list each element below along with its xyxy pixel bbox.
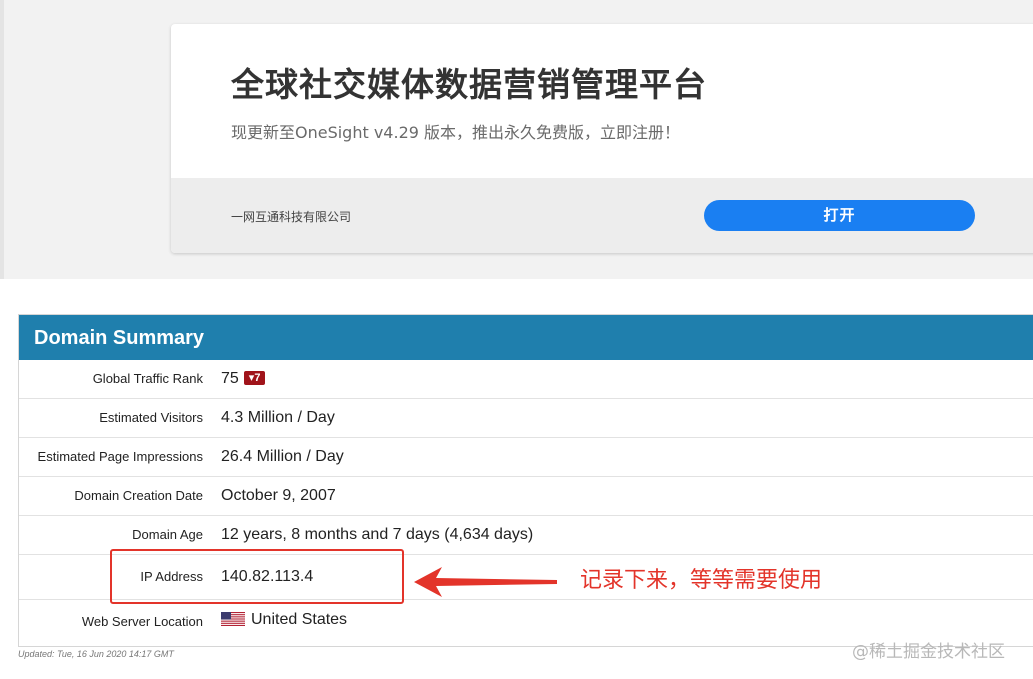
- row-value: 26.4 Million / Day: [221, 448, 344, 465]
- ad-subtitle: 现更新至OneSight v4.29 版本，推出永久免费版，立即注册！: [231, 123, 681, 142]
- ad-footer: 一网互通科技有限公司 打开: [171, 178, 1033, 253]
- updated-timestamp: Updated: Tue, 16 Jun 2020 14:17 GMT: [18, 649, 174, 659]
- arrow-left-icon: [414, 567, 557, 597]
- rank-change-badge: ▾7: [243, 371, 266, 385]
- row-page-impressions: Estimated Page Impressions 26.4 Million …: [19, 438, 1033, 477]
- server-location-value: United States: [251, 611, 348, 628]
- ip-highlight-box: [110, 549, 404, 604]
- row-label: Domain Creation Date: [74, 488, 203, 503]
- open-button[interactable]: 打开: [704, 200, 975, 231]
- row-global-traffic-rank: Global Traffic Rank 75 ▾7: [19, 360, 1033, 399]
- ad-company-name: 一网互通科技有限公司: [231, 210, 352, 224]
- row-value: October 9, 2007: [221, 487, 336, 504]
- ad-area: 全球社交媒体数据营销管理平台 现更新至OneSight v4.29 版本，推出永…: [0, 0, 1033, 279]
- row-label: Estimated Visitors: [99, 410, 203, 425]
- row-label: Estimated Page Impressions: [37, 449, 203, 464]
- row-estimated-visitors: Estimated Visitors 4.3 Million / Day: [19, 399, 1033, 438]
- watermark: @稀土掘金技术社区: [852, 642, 1005, 662]
- left-edge-strip: [0, 0, 4, 279]
- row-value: 4.3 Million / Day: [221, 409, 335, 426]
- domain-summary-title: Domain Summary: [19, 315, 1033, 360]
- row-value: 75 ▾7: [221, 360, 266, 398]
- row-label: Web Server Location: [81, 614, 203, 629]
- us-flag-icon: [221, 612, 245, 626]
- row-domain-creation-date: Domain Creation Date October 9, 2007: [19, 477, 1033, 516]
- ad-card[interactable]: 全球社交媒体数据营销管理平台 现更新至OneSight v4.29 版本，推出永…: [171, 24, 1033, 253]
- annotation-note: 记录下来，等等需要使用: [580, 568, 823, 593]
- row-value: United States: [221, 600, 347, 640]
- traffic-rank-value: 75: [221, 370, 239, 387]
- ad-title: 全球社交媒体数据营销管理平台: [231, 65, 707, 104]
- row-label: Global Traffic Rank: [92, 371, 203, 386]
